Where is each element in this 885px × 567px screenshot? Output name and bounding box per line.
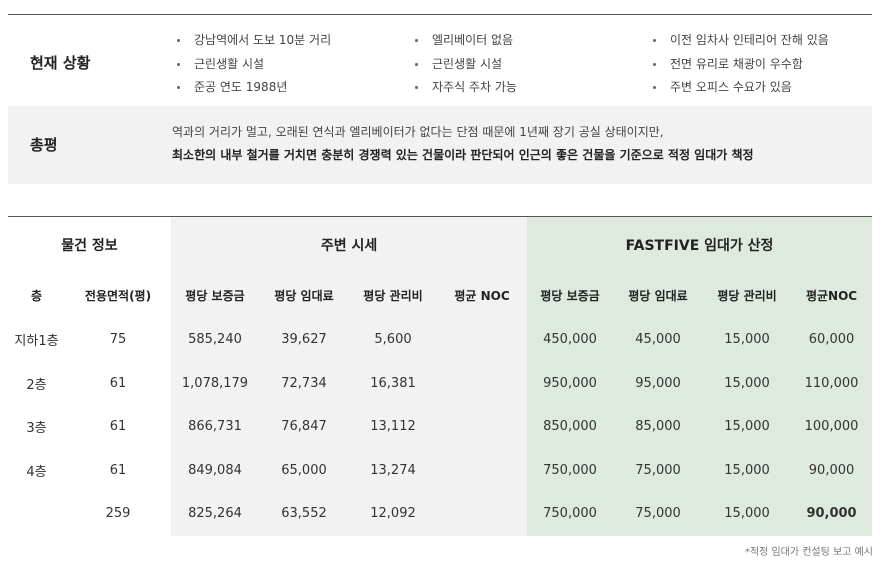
table-row: 3층 61 866,731 76,847 13,112 850,000 85,0…: [8, 405, 873, 449]
cell-ff-deposit: 450,000: [527, 318, 614, 362]
cell-ff-fee: 15,000: [703, 448, 792, 492]
verdict-line-1: 역과의 거리가 멀고, 오래된 연식과 엘리베이터가 없다는 단점 때문에 1년…: [172, 125, 664, 139]
pricing-table: 물건 정보 주변 시세 FASTFIVE 임대가 산정 층 전용면적(평) 평당…: [8, 217, 873, 536]
cell-ff-fee: 15,000: [703, 318, 792, 362]
status-item: 근린생활 시설: [174, 53, 331, 77]
col-market-fee: 평당 관리비: [349, 272, 437, 318]
cell-floor: 지하1층: [14, 334, 59, 350]
col-area: 전용면적(평): [84, 288, 152, 303]
cell-market-deposit: 866,731: [171, 405, 259, 449]
cell-market-fee: 16,381: [349, 361, 437, 405]
cell-ff-rent: 95,000: [613, 361, 704, 405]
cell-area: 61: [109, 462, 127, 478]
status-list-1: 강남역에서 도보 10분 거리 근린생활 시설 준공 연도 1988년: [174, 29, 331, 100]
cell-ff-noc: 110,000: [791, 361, 873, 405]
current-status-label: 현재 상황: [30, 54, 91, 72]
cell-ff-noc: 90,000: [791, 448, 873, 492]
group-property-info: 물건 정보: [61, 237, 118, 254]
property-summary: 현재 상황 강남역에서 도보 10분 거리 근린생활 시설 준공 연도 1988…: [8, 14, 872, 184]
footnote: *적정 임대가 컨설팅 보고 예시: [744, 547, 873, 558]
cell-market-noc: [437, 361, 528, 405]
cell-market-deposit: 849,084: [171, 448, 259, 492]
status-item: 강남역에서 도보 10분 거리: [174, 29, 331, 53]
group-fastfive-rent: FASTFIVE 임대가 산정: [527, 217, 873, 272]
group-header-row: 물건 정보 주변 시세 FASTFIVE 임대가 산정: [8, 217, 873, 272]
cell-market-rent: 65,000: [259, 448, 349, 492]
status-item: 근린생활 시설: [412, 53, 517, 77]
status-item: 자주식 주차 가능: [412, 76, 517, 100]
status-list-3: 이전 임차사 인테리어 잔해 있음 전면 유리로 채광이 우수함 주변 오피스 …: [650, 29, 829, 100]
col-ff-rent: 평당 임대료: [613, 272, 704, 318]
cell-area: 61: [109, 375, 127, 391]
cell-market-rent: 39,627: [259, 318, 349, 362]
column-header-row: 층 전용면적(평) 평당 보증금 평당 임대료 평당 관리비 평균 NOC 평당…: [8, 272, 873, 318]
status-item: 이전 임차사 인테리어 잔해 있음: [650, 29, 829, 53]
cell-ff-deposit: 950,000: [527, 361, 614, 405]
cell-ff-deposit: 850,000: [527, 405, 614, 449]
cell-ff-noc: 100,000: [791, 405, 873, 449]
cell-market-fee: 13,112: [349, 405, 437, 449]
verdict-text: 역과의 거리가 멀고, 오래된 연식과 엘리베이터가 없다는 단점 때문에 1년…: [172, 121, 754, 167]
col-market-deposit: 평당 보증금: [171, 272, 259, 318]
col-market-rent: 평당 임대료: [259, 272, 349, 318]
cell-ff-deposit: 750,000: [527, 448, 614, 492]
verdict-label: 총평: [30, 136, 58, 154]
status-list-2: 엘리베이터 없음 근린생활 시설 자주식 주차 가능: [412, 29, 517, 100]
cell-floor: [8, 492, 65, 536]
cell-ff-rent: 75,000: [613, 448, 704, 492]
cell-ff-deposit: 750,000: [527, 492, 614, 536]
cell-area: 75: [109, 332, 127, 348]
status-item: 주변 오피스 수요가 있음: [650, 76, 829, 100]
current-status-row: 현재 상황 강남역에서 도보 10분 거리 근린생활 시설 준공 연도 1988…: [8, 15, 872, 106]
cell-market-noc: [437, 405, 528, 449]
col-ff-noc: 평균NOC: [791, 272, 873, 318]
cell-ff-fee: 15,000: [703, 361, 792, 405]
status-item: 전면 유리로 채광이 우수함: [650, 53, 829, 77]
cell-floor: 4층: [26, 464, 47, 480]
table-row: 4층 61 849,084 65,000 13,274 750,000 75,0…: [8, 448, 873, 492]
table-total-row: 259 825,264 63,552 12,092 750,000 75,000…: [8, 492, 873, 536]
cell-market-fee: 13,274: [349, 448, 437, 492]
group-market-price: 주변 시세: [171, 217, 528, 272]
col-floor: 층: [30, 288, 43, 303]
cell-market-deposit: 585,240: [171, 318, 259, 362]
cell-ff-rent: 75,000: [613, 492, 704, 536]
cell-floor: 2층: [26, 377, 47, 393]
cell-ff-rent: 85,000: [613, 405, 704, 449]
cell-area: 61: [109, 419, 127, 435]
cell-market-rent: 63,552: [259, 492, 349, 536]
table-row: 지하1층 75 585,240 39,627 5,600 450,000 45,…: [8, 318, 873, 362]
cell-ff-noc: 90,000: [791, 492, 873, 536]
cell-market-noc: [437, 318, 528, 362]
verdict-row: 총평 역과의 거리가 멀고, 오래된 연식과 엘리베이터가 없다는 단점 때문에…: [8, 106, 872, 184]
pricing-table-section: 물건 정보 주변 시세 FASTFIVE 임대가 산정 층 전용면적(평) 평당…: [8, 216, 873, 536]
cell-ff-rent: 45,000: [613, 318, 704, 362]
cell-ff-fee: 15,000: [703, 492, 792, 536]
table-row: 2층 61 1,078,179 72,734 16,381 950,000 95…: [8, 361, 873, 405]
cell-ff-noc: 60,000: [791, 318, 873, 362]
cell-market-noc: [437, 492, 528, 536]
verdict-line-2: 최소한의 내부 철거를 거치면 충분히 경쟁력 있는 건물이라 판단되어 인근의…: [172, 148, 754, 162]
col-market-noc: 평균 NOC: [437, 272, 528, 318]
cell-market-rent: 72,734: [259, 361, 349, 405]
cell-ff-fee: 15,000: [703, 405, 792, 449]
cell-floor: 3층: [26, 421, 47, 437]
col-ff-deposit: 평당 보증금: [527, 272, 614, 318]
cell-market-deposit: 1,078,179: [171, 361, 259, 405]
cell-market-noc: [437, 448, 528, 492]
col-ff-fee: 평당 관리비: [703, 272, 792, 318]
cell-market-deposit: 825,264: [171, 492, 259, 536]
cell-market-rent: 76,847: [259, 405, 349, 449]
cell-market-fee: 12,092: [349, 492, 437, 536]
status-item: 엘리베이터 없음: [412, 29, 517, 53]
cell-area: 259: [105, 506, 131, 522]
cell-market-fee: 5,600: [349, 318, 437, 362]
status-item: 준공 연도 1988년: [174, 76, 331, 100]
